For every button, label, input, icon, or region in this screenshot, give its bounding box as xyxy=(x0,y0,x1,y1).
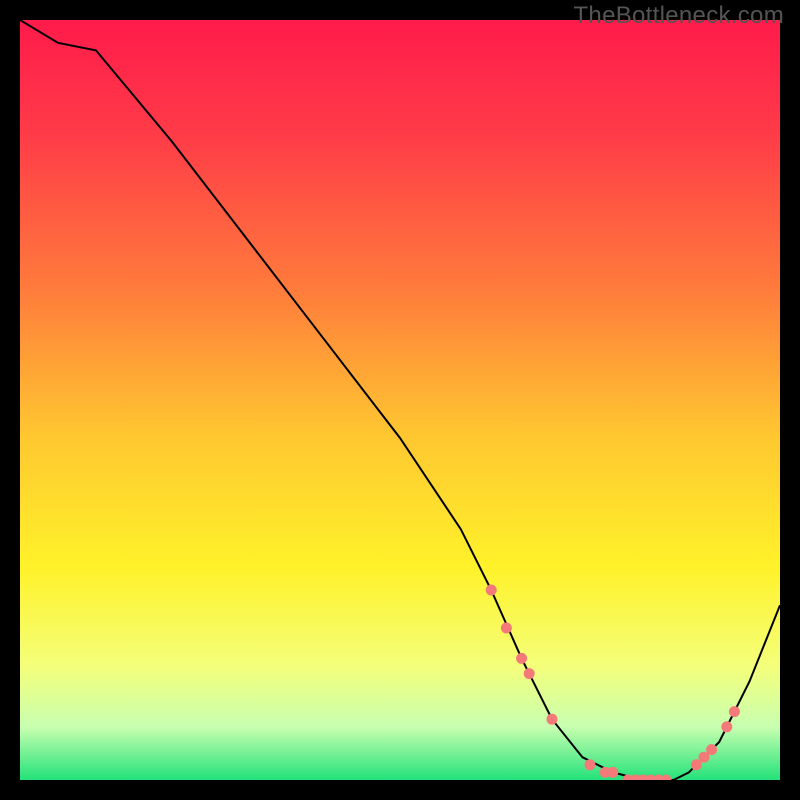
data-point xyxy=(607,767,618,778)
chart-stage: TheBottleneck.com xyxy=(0,0,800,800)
bottleneck-chart xyxy=(20,20,780,780)
data-point xyxy=(486,585,497,596)
data-point xyxy=(706,744,717,755)
data-point xyxy=(729,706,740,717)
data-point xyxy=(516,653,527,664)
data-point xyxy=(585,759,596,770)
data-point xyxy=(721,721,732,732)
data-point xyxy=(501,623,512,634)
watermark-text: TheBottleneck.com xyxy=(573,2,784,30)
chart-background xyxy=(20,20,780,780)
data-point xyxy=(547,714,558,725)
data-point xyxy=(524,668,535,679)
